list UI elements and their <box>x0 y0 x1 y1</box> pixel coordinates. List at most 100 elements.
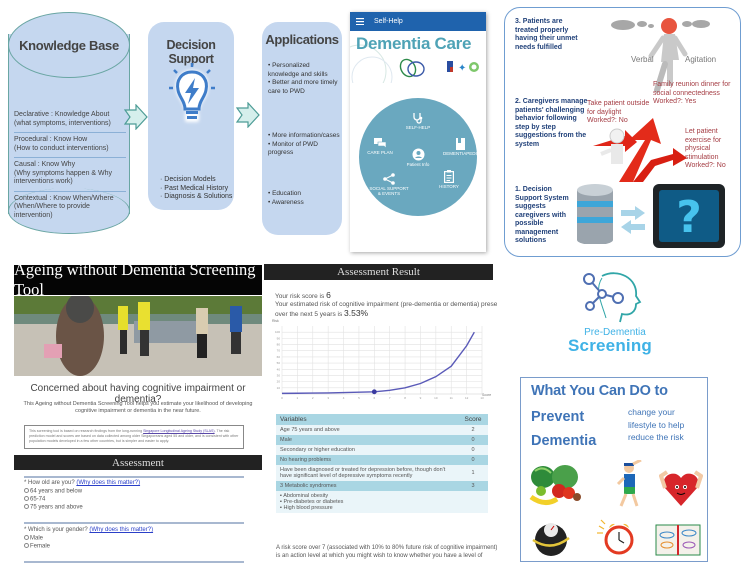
radio-button[interactable] <box>24 542 29 548</box>
table-row: Age 75 years and above 2 <box>276 425 488 435</box>
risk-footer-text: A risk score over 7 (associated with 10%… <box>276 545 498 559</box>
question-gender: * Which is your gender? (Why does this m… <box>24 527 154 551</box>
dementia-care-app-screen: Self-Help ✦ Dementia Care SELF-HELP CARE… <box>350 12 486 252</box>
menu-item-social-support[interactable]: SOCIAL SUPPORT & EVENTS <box>369 173 409 196</box>
applications-group: • Education • Awareness <box>268 190 304 206</box>
prevent-dementia-card: What You Can DO to Prevent Dementia chan… <box>520 377 708 562</box>
radio-option[interactable]: 75 years and above <box>24 503 140 512</box>
knowledge-base-cylinder: Knowledge Base Declarative : Knowledge A… <box>8 12 130 234</box>
x-tick-label: 6 <box>373 396 375 400</box>
suggestion-exercise: Let patient exercise for physical stimul… <box>685 128 726 169</box>
y-tick-label: 80 <box>277 343 281 347</box>
x-tick-label: 12 <box>465 396 469 400</box>
agitation-label: Agitation <box>685 55 717 64</box>
dementia-care-logo: ✦ Dementia Care <box>350 31 486 83</box>
why-matters-link[interactable]: (Why does this matter?) <box>89 527 153 533</box>
step-1-text: 1. Decision Support System suggests care… <box>515 186 569 244</box>
kb-row-contextual: Contextual : Know When/Where (When/Where … <box>14 194 114 219</box>
x-tick-label: 3 <box>327 396 329 400</box>
menu-item-care-plan[interactable]: CARE PLAN <box>365 138 395 155</box>
x-tick-label: 10 <box>434 396 438 400</box>
x-tick-label: 8 <box>404 396 406 400</box>
step-2-text: 2. Caregivers manage patients' challengi… <box>515 98 588 148</box>
hamburger-menu-icon[interactable] <box>356 18 364 25</box>
radio-button[interactable] <box>24 495 29 501</box>
suggestion-family-reunion: Family reunion dinner for social connect… <box>653 81 731 105</box>
y-tick-label: 70 <box>277 349 281 353</box>
why-matters-link[interactable]: (Why does this matter?) <box>76 480 140 486</box>
risk-percent-value: 3.53% <box>344 308 369 318</box>
x-tick-label: 2 <box>312 396 314 400</box>
lightbulb-icon <box>169 63 215 122</box>
applications-title: Applications <box>265 32 339 47</box>
stethoscope-icon <box>413 113 423 124</box>
arrow-right-icon <box>124 104 148 130</box>
screening-tool-title: Ageing without Dementia Screening Tool <box>14 260 262 299</box>
menu-item-self-help[interactable]: SELF-HELP <box>404 112 432 130</box>
verbal-label: Verbal <box>631 55 654 64</box>
y-tick-label: 60 <box>277 355 281 359</box>
y-tick-label: 50 <box>277 361 281 365</box>
x-tick-label: 5 <box>358 396 360 400</box>
table-row: No hearing problems 0 <box>276 455 488 465</box>
radio-option[interactable]: 65-74 <box>24 495 140 504</box>
person-icon <box>412 148 424 161</box>
weight-scale-icon <box>532 523 570 556</box>
table-row: 3 Metabolic syndromes 3 <box>276 481 488 491</box>
slas-study-link[interactable]: Singapore Longitudinal Ageing Study (SLA… <box>143 429 215 433</box>
step-3-text: 3. Patients are treated properly having … <box>515 18 578 51</box>
app-logo-text: Dementia Care <box>356 34 472 53</box>
assessment-heading: Assessment <box>14 455 262 470</box>
y-tick-label: 100 <box>275 330 280 334</box>
arrow-right-icon <box>236 102 260 128</box>
radio-option[interactable]: Female <box>24 542 153 551</box>
exercise-icon <box>616 460 642 507</box>
database-icon <box>577 184 613 244</box>
screening-source-note: This screening tool is based on research… <box>24 425 244 449</box>
divider <box>24 561 244 563</box>
x-tick-label: 4 <box>343 396 345 400</box>
x-tick-label: 11 <box>450 396 453 400</box>
menu-item-dementiapedia[interactable]: DEMENTIAPEDIA <box>443 138 480 156</box>
x-tick-label: 7 <box>389 396 391 400</box>
brain-network-logo-icon <box>583 272 642 323</box>
x-tick-label: 1 <box>297 396 299 400</box>
radio-button[interactable] <box>24 487 29 493</box>
divider <box>24 522 244 524</box>
exercise-photo <box>14 296 262 376</box>
prevent-title-line1: What You Can DO to <box>531 383 668 399</box>
y-tick-label: 90 <box>277 336 281 340</box>
table-row-bullets: ▪ Abdominal obesity ▪ Pre-diabetes or di… <box>276 491 488 513</box>
screening-label: Screening <box>568 336 652 355</box>
radio-button[interactable] <box>24 534 29 540</box>
table-row: Have been diagnosed or treated for depre… <box>276 465 488 481</box>
prevent-title-lines: Prevent Dementia <box>531 409 597 449</box>
risk-curve-chart: 0 1 2 3 4 5 6 7 8 9 10 11 12 13102030405060708090100 … <box>272 319 491 400</box>
risk-score-value: 6 <box>326 291 331 300</box>
question-monitor-icon: ? <box>653 184 725 248</box>
kb-row-declarative: Declarative : Knowledge About (what sympt… <box>14 108 126 133</box>
column-header-variables: Variables <box>276 414 458 425</box>
risk-summary: Your risk score is 6 Your estimated risk… <box>275 291 497 318</box>
svg-text:✦: ✦ <box>458 63 466 74</box>
svg-text:?: ? <box>676 192 702 243</box>
y-tick-label: 40 <box>277 367 281 371</box>
applications-group: • Personalized knowledge and skills • Be… <box>268 62 338 95</box>
current-score-point <box>371 389 377 395</box>
x-axis-label: Score <box>482 393 491 397</box>
radio-option[interactable]: 64 years and below <box>24 487 140 496</box>
open-book-icon <box>655 524 701 556</box>
risk-curve-line <box>281 331 475 395</box>
decision-support-list: · Decision Models · Past Medical History… <box>160 176 233 200</box>
menu-item-history[interactable]: HISTORY <box>435 170 463 189</box>
menu-item-patient-info[interactable]: Patient Info <box>405 148 431 167</box>
app-bar-title: Self-Help <box>374 18 403 25</box>
column-header-score: Score <box>458 414 488 425</box>
applications-group: • More information/cases • Monitor of PW… <box>268 132 340 156</box>
table-row: Male 0 <box>276 435 488 445</box>
prevent-subtitle: change your lifestyle to help reduce the… <box>628 407 685 442</box>
radio-button[interactable] <box>24 503 29 509</box>
applications-box: Applications • Personalized knowledge an… <box>262 22 342 235</box>
clipboard-icon <box>444 170 454 183</box>
radio-option[interactable]: Male <box>24 534 153 543</box>
